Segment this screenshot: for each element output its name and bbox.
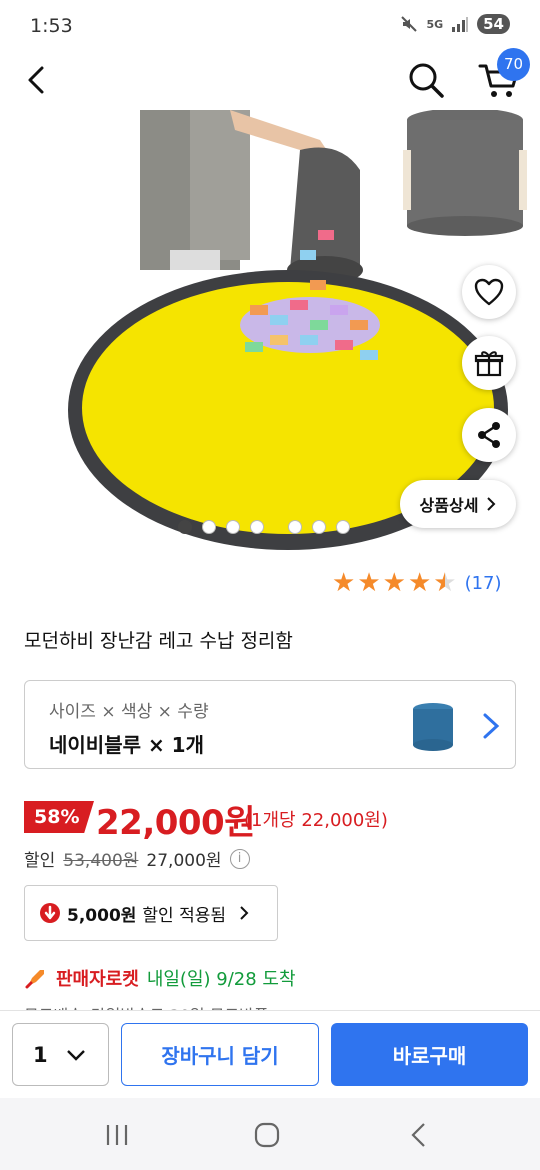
carousel-dot[interactable] [202, 520, 216, 534]
gift-button[interactable] [462, 336, 516, 390]
buy-now-button[interactable]: 바로구매 [331, 1023, 528, 1086]
chevron-right-icon [483, 713, 500, 739]
coupon-button[interactable]: 5,000원 할인 적용됨 [24, 885, 278, 941]
add-to-cart-button[interactable]: 장바구니 담기 [121, 1023, 319, 1086]
product-detail-label: 상품상세 [419, 496, 479, 515]
original-price: 53,400원 [63, 851, 139, 871]
carousel-dot[interactable] [288, 520, 302, 534]
carousel-dot[interactable] [178, 520, 192, 534]
product-detail-button[interactable]: 상품상세 [400, 480, 516, 528]
unit-price: (1개당 22,000원) [244, 810, 388, 831]
system-nav-bar [0, 1098, 540, 1170]
signal-icon [452, 17, 469, 32]
second-price: 27,000원 [146, 851, 222, 871]
star-icon: ★ [332, 568, 356, 598]
status-bar: 1:53 5G 54 [0, 0, 540, 52]
top-nav [0, 52, 540, 110]
option-thumbnail [413, 703, 453, 751]
battery-icon: 54 [477, 14, 510, 34]
rocket-label: 판매자로켓 [56, 969, 139, 990]
review-count[interactable]: (17) [465, 573, 502, 594]
price-breakdown: 할인 53,400원 27,000원 i [24, 846, 250, 871]
gift-icon [474, 351, 504, 377]
carousel-dots [178, 520, 350, 534]
carousel-dot[interactable] [336, 520, 350, 534]
option-label: 사이즈 × 색상 × 수량 [49, 702, 209, 722]
chevron-down-icon [66, 1049, 85, 1061]
rating[interactable]: ★ ★ ★ ★ ★ (17) [332, 570, 502, 596]
carousel-dot[interactable] [250, 520, 264, 534]
search-icon[interactable] [404, 58, 448, 102]
star-icon: ★ [407, 568, 432, 598]
option-value: 네이비블루 × 1개 [49, 733, 204, 757]
option-selector[interactable]: 사이즈 × 색상 × 수량 네이비블루 × 1개 [24, 680, 516, 769]
share-icon [478, 422, 500, 448]
quantity-value: 1 [33, 1042, 48, 1067]
cart-count-badge: 70 [497, 48, 530, 81]
action-bar: 1 장바구니 담기 바로구매 [0, 1010, 540, 1098]
discount-label: 할인 [24, 851, 56, 871]
discount-badge: 58% [24, 801, 94, 833]
status-icons: 5G 54 [400, 14, 510, 34]
heart-icon [474, 278, 504, 306]
home-icon[interactable] [252, 1120, 282, 1150]
star-icon: ★ [357, 568, 381, 598]
product-title: 모던하비 장난감 레고 수납 정리함 [24, 630, 293, 652]
mute-icon [401, 16, 418, 32]
carousel-dot[interactable] [312, 520, 326, 534]
wishlist-button[interactable] [462, 265, 516, 319]
carousel-dot[interactable] [226, 520, 240, 534]
half-star-icon: ★ [433, 568, 457, 598]
rocket-icon [25, 970, 44, 989]
info-icon[interactable]: i [229, 848, 250, 869]
coupon-text: 할인 적용됨 [142, 905, 227, 926]
back-arrow-icon[interactable] [18, 60, 58, 100]
network-icon: 5G [426, 17, 444, 31]
quantity-select[interactable]: 1 [12, 1023, 109, 1086]
star-icon: ★ [382, 568, 406, 598]
share-button[interactable] [462, 408, 516, 462]
delivery-date: 내일(일) 9/28 도착 [146, 969, 296, 990]
recent-apps-icon[interactable] [102, 1120, 132, 1150]
coupon-amount: 5,000원 [67, 905, 137, 926]
down-arrow-icon [40, 903, 60, 923]
chevron-right-icon [240, 906, 249, 920]
status-time: 1:53 [30, 15, 73, 37]
chevron-right-icon [487, 497, 496, 511]
delivery-info: 판매자로켓 내일(일) 9/28 도착 [24, 965, 296, 991]
back-icon[interactable] [404, 1120, 434, 1150]
sale-price: 22,000원 [96, 803, 255, 843]
product-image-carousel[interactable]: 상품상세 [0, 110, 540, 560]
